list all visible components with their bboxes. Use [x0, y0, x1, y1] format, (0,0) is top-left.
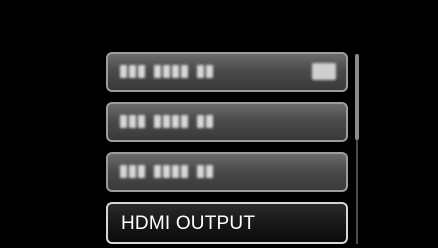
blurred-label [120, 65, 213, 79]
menu-screen: HDMI OUTPUT [0, 0, 438, 248]
menu-item-3[interactable] [106, 152, 348, 192]
scrollbar-thumb[interactable] [355, 54, 359, 140]
menu-item-label: HDMI OUTPUT [121, 213, 256, 234]
blurred-label [120, 165, 213, 179]
menu-item-hdmi-output[interactable]: HDMI OUTPUT [106, 202, 348, 244]
menu-item-1[interactable] [106, 52, 348, 92]
value-badge [312, 63, 336, 80]
blurred-label [120, 115, 213, 129]
menu-item-2[interactable] [106, 102, 348, 142]
